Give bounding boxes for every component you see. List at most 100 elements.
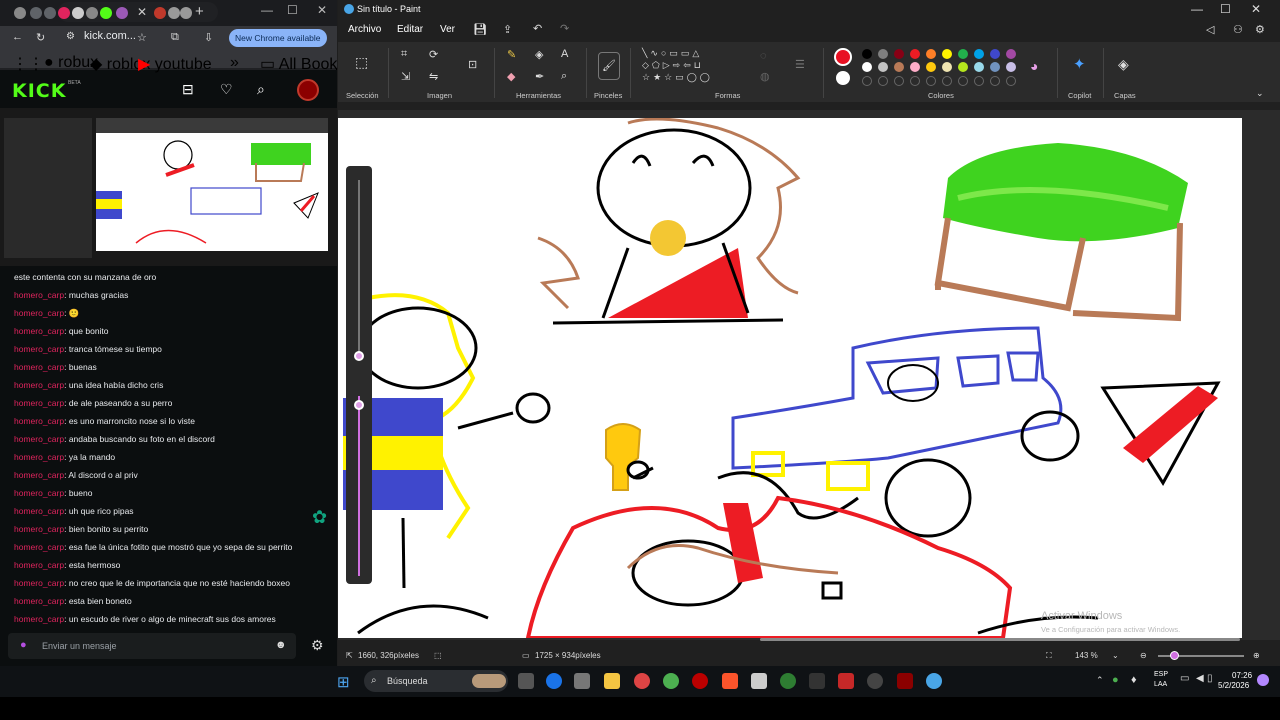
bookmark-youtube[interactable]: ▶ youtube bbox=[138, 54, 212, 74]
task-view-icon[interactable] bbox=[518, 673, 534, 689]
minimize-icon[interactable]: — bbox=[1191, 2, 1203, 16]
color-picker-icon[interactable]: ✒ bbox=[535, 70, 544, 83]
zoom-level[interactable]: 143 % bbox=[1075, 651, 1098, 660]
keyboard-layout[interactable]: LAA bbox=[1154, 681, 1167, 688]
chat-username[interactable]: homero_carp bbox=[14, 416, 64, 426]
chat-username[interactable]: homero_carp bbox=[14, 578, 64, 588]
recorder-icon[interactable] bbox=[692, 673, 708, 689]
paint-taskbar-icon[interactable] bbox=[926, 673, 942, 689]
share-icon[interactable]: ⇪ bbox=[503, 23, 512, 36]
tab-favicon[interactable] bbox=[86, 7, 98, 19]
start-icon[interactable]: ⊞ bbox=[337, 673, 350, 691]
reload-icon[interactable]: ↻ bbox=[36, 31, 45, 44]
shapes-gallery[interactable]: ╲∿○▭▭△ ◇⬠▷⇨⇦⊔ ☆★☆▭◯◯ bbox=[642, 47, 747, 87]
store-icon[interactable] bbox=[574, 673, 590, 689]
tab-favicon[interactable] bbox=[116, 7, 128, 19]
color-swatch[interactable] bbox=[1006, 62, 1016, 72]
color-swatch[interactable] bbox=[942, 62, 952, 72]
clock-time[interactable]: 07:26 bbox=[1232, 671, 1252, 680]
custom-color-slot[interactable] bbox=[862, 76, 872, 86]
color-swatch[interactable] bbox=[1006, 49, 1016, 59]
brush-size-slider[interactable] bbox=[346, 166, 372, 584]
color-swatch[interactable] bbox=[958, 49, 968, 59]
settings-icon[interactable]: ⚙ bbox=[1255, 23, 1265, 36]
menu-archivo[interactable]: Archivo bbox=[348, 24, 381, 35]
notepad-icon[interactable] bbox=[751, 673, 767, 689]
fill-icon[interactable]: ◈ bbox=[535, 48, 543, 61]
feedback-icon[interactable]: ◁ bbox=[1206, 23, 1214, 36]
battery-icon[interactable]: ▯ bbox=[1207, 673, 1213, 684]
app-icon[interactable] bbox=[867, 673, 883, 689]
tab-favicon[interactable] bbox=[30, 7, 42, 19]
tab-favicon[interactable] bbox=[168, 7, 180, 19]
assistant-logo-icon[interactable]: ✿ bbox=[312, 507, 327, 528]
chat-username[interactable]: homero_carp bbox=[14, 380, 64, 390]
minimize-icon[interactable]: — bbox=[261, 3, 273, 17]
tab-favicon[interactable] bbox=[180, 7, 192, 19]
chat-username[interactable]: homero_carp bbox=[14, 452, 64, 462]
app-icon[interactable] bbox=[838, 673, 854, 689]
capcut-icon[interactable] bbox=[809, 673, 825, 689]
opacity-thumb[interactable] bbox=[354, 400, 364, 410]
chat-input-placeholder[interactable]: Enviar un mensaje bbox=[42, 641, 117, 651]
pencil-icon[interactable]: ✎ bbox=[507, 48, 516, 61]
tray-app-icon[interactable]: ● bbox=[1112, 674, 1119, 686]
custom-color-slot[interactable] bbox=[926, 76, 936, 86]
chat-username[interactable]: homero_carp bbox=[14, 524, 64, 534]
brush-icon[interactable]: 🖌︎ bbox=[598, 52, 620, 80]
text-icon[interactable]: A bbox=[561, 48, 568, 60]
brave-icon[interactable] bbox=[722, 673, 738, 689]
color-swatch[interactable] bbox=[974, 49, 984, 59]
custom-color-slot[interactable] bbox=[974, 76, 984, 86]
color-swatch[interactable] bbox=[942, 49, 952, 59]
color-swatch[interactable] bbox=[894, 62, 904, 72]
volume-icon[interactable]: ◀ bbox=[1196, 673, 1204, 684]
tab-favicon[interactable] bbox=[58, 7, 70, 19]
language-code[interactable]: ESP bbox=[1154, 671, 1168, 678]
fit-to-window-icon[interactable]: ⛶ bbox=[1046, 651, 1052, 661]
resize-icon[interactable]: ⇲ bbox=[401, 70, 410, 83]
color-swatch[interactable] bbox=[878, 62, 888, 72]
menu-editar[interactable]: Editar bbox=[397, 24, 423, 35]
back-icon[interactable]: ← bbox=[12, 31, 23, 43]
edge-icon[interactable] bbox=[546, 673, 562, 689]
chat-settings-icon[interactable]: ⚙ bbox=[311, 637, 324, 654]
color-swatch[interactable] bbox=[862, 62, 872, 72]
drawing-canvas[interactable] bbox=[338, 118, 1242, 638]
color-swatch[interactable] bbox=[878, 49, 888, 59]
image-background-icon[interactable]: ⊡ bbox=[468, 58, 477, 71]
color-swatch[interactable] bbox=[990, 62, 1000, 72]
zoom-out-icon[interactable]: ⊖ bbox=[1140, 651, 1147, 660]
flip-icon[interactable]: ⇋ bbox=[429, 70, 438, 83]
custom-color-slot[interactable] bbox=[990, 76, 1000, 86]
file-explorer-icon[interactable] bbox=[604, 673, 620, 689]
outline-icon[interactable]: ◌ bbox=[760, 50, 767, 62]
custom-color-slot[interactable] bbox=[910, 76, 920, 86]
maximize-icon[interactable]: ☐ bbox=[1220, 2, 1231, 16]
crop-icon[interactable]: ⌗ bbox=[401, 48, 407, 61]
shape-fill-icon[interactable]: ◍ bbox=[760, 70, 770, 83]
chat-username[interactable]: homero_carp bbox=[14, 326, 64, 336]
layers-icon[interactable]: ◈ bbox=[1118, 56, 1129, 73]
extensions-icon[interactable]: ⧉ bbox=[171, 31, 179, 44]
chat-username[interactable]: homero_carp bbox=[14, 506, 64, 516]
chat-username[interactable]: homero_carp bbox=[14, 362, 64, 372]
selection-icon[interactable]: ⬚ bbox=[355, 54, 368, 71]
custom-color-slot[interactable] bbox=[894, 76, 904, 86]
chat-username[interactable]: homero_carp bbox=[14, 398, 64, 408]
undo-icon[interactable]: ↶ bbox=[533, 22, 542, 35]
horizontal-scrollbar[interactable] bbox=[760, 638, 1240, 641]
chat-username[interactable]: homero_carp bbox=[14, 290, 64, 300]
mic-icon[interactable]: ● bbox=[20, 639, 27, 651]
color-swatch[interactable] bbox=[974, 62, 984, 72]
slider-thumb[interactable] bbox=[354, 351, 364, 361]
custom-color-slot[interactable] bbox=[878, 76, 888, 86]
tab-favicon[interactable] bbox=[154, 7, 166, 19]
chat-username[interactable]: homero_carp bbox=[14, 344, 64, 354]
apps-icon[interactable]: ⋮⋮ bbox=[12, 54, 44, 74]
maximize-icon[interactable]: ☐ bbox=[287, 3, 298, 17]
zoom-in-icon[interactable]: ⊕ bbox=[1253, 651, 1260, 660]
clock-date[interactable]: 5/2/2026 bbox=[1218, 681, 1249, 690]
rotate-icon[interactable]: ⟳ bbox=[429, 48, 438, 61]
custom-color-slot[interactable] bbox=[942, 76, 952, 86]
